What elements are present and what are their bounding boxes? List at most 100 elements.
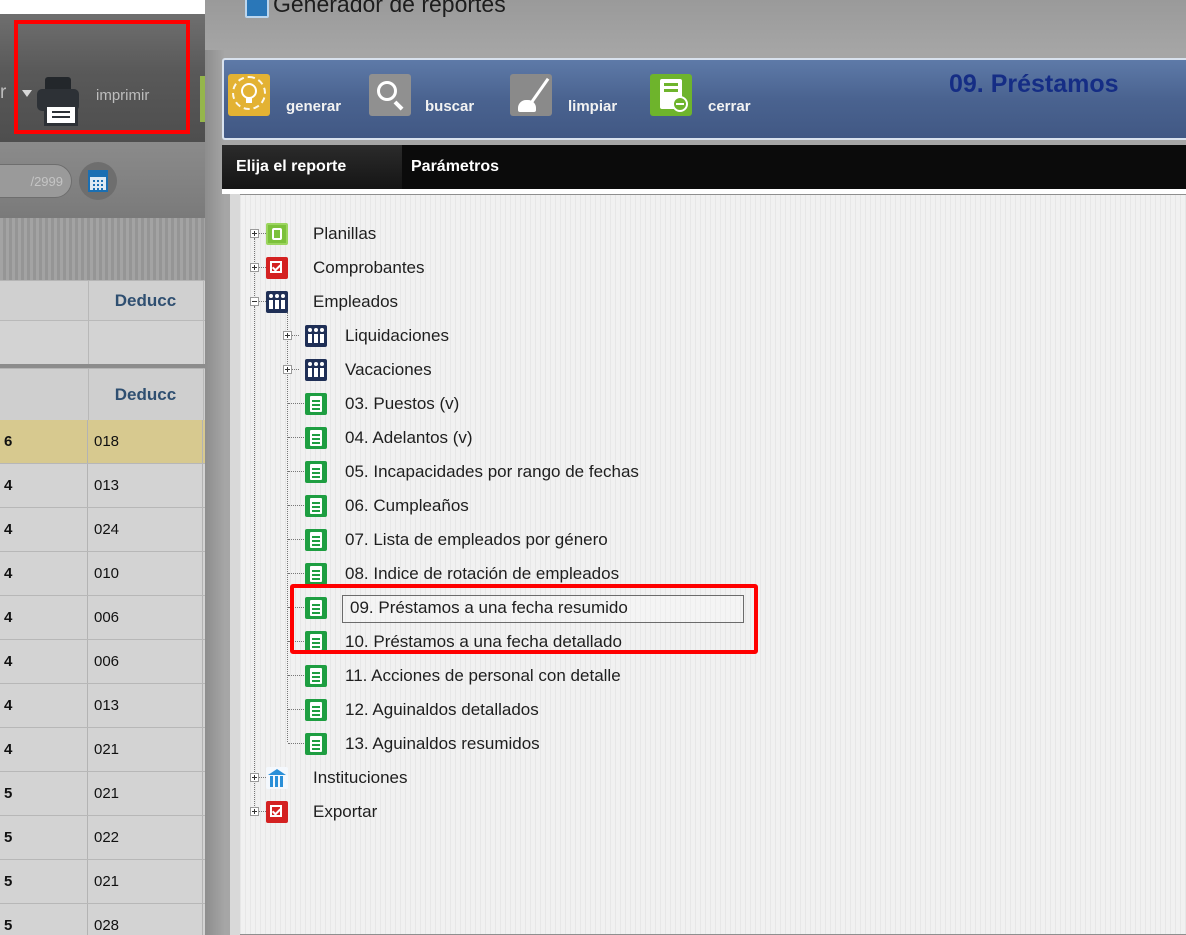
grid-group-band <box>0 218 208 280</box>
tree-connector <box>258 777 266 778</box>
table-cell: 5 <box>0 860 88 903</box>
report-doc-icon <box>305 529 327 551</box>
bg-top-strip <box>0 0 208 14</box>
print-highlight-box <box>14 20 190 134</box>
report-doc-icon <box>305 393 327 415</box>
people-icon <box>266 291 288 313</box>
table-row[interactable]: 5 021 <box>0 860 208 904</box>
table-row[interactable]: 5 022 <box>0 816 208 860</box>
checkbox-report-icon <box>266 257 288 279</box>
table-cell: 5 <box>0 816 88 859</box>
dialog-titlebar[interactable]: Generador de reportes <box>205 0 1186 50</box>
cerrar-label: cerrar <box>708 98 751 115</box>
tree-node-label: Liquidaciones <box>345 326 449 345</box>
collapse-icon[interactable] <box>250 297 259 306</box>
table-cell: 021 <box>88 728 203 771</box>
table-cell: 006 <box>88 640 203 683</box>
tree-item-label: 04. Adelantos (v) <box>345 428 473 447</box>
grid-header-2: Deducc <box>0 368 208 420</box>
tree-connector <box>258 267 266 268</box>
tree-item-label: 12. Aguinaldos detallados <box>345 700 539 719</box>
tree-connector <box>258 233 266 234</box>
people-icon <box>305 359 327 381</box>
report-window-icon <box>245 0 269 18</box>
table-row[interactable]: 4 013 <box>0 684 208 728</box>
table-row[interactable]: 4 006 <box>0 640 208 684</box>
table-cell: 024 <box>88 508 203 551</box>
table-cell: 4 <box>0 596 88 639</box>
table-row[interactable]: 4 021 <box>0 728 208 772</box>
checkbox-report-icon <box>266 801 288 823</box>
people-icon <box>305 325 327 347</box>
search-icon <box>369 74 411 116</box>
table-cell: 010 <box>88 552 203 595</box>
tree-item-label: 06. Cumpleaños <box>345 496 469 515</box>
grid-filter-cell[interactable] <box>0 321 89 365</box>
tree-node-label: Planillas <box>313 224 377 243</box>
table-cell: 021 <box>88 772 203 815</box>
tree-connector <box>291 335 299 336</box>
tree-connector <box>258 811 266 812</box>
expand-icon[interactable] <box>283 365 292 374</box>
calendar-button[interactable] <box>79 162 117 200</box>
planillas-icon <box>266 223 288 245</box>
expand-icon[interactable] <box>250 263 259 272</box>
selected-report-title: 09. Préstamos <box>949 70 1119 98</box>
prestamos-highlight-box <box>290 584 758 654</box>
table-cell: 013 <box>88 684 203 727</box>
table-cell: 018 <box>88 420 203 463</box>
tree-item-label: 08. Indice de rotación de empleados <box>345 564 620 583</box>
tree-item-label: 11. Acciones de personal con detalle <box>345 666 621 685</box>
expand-icon[interactable] <box>250 773 259 782</box>
tree-connector <box>258 301 266 302</box>
expand-icon[interactable] <box>250 229 259 238</box>
tree-item-label: 07. Lista de empleados por género <box>345 530 608 549</box>
grid-header-deducc[interactable]: Deducc <box>88 281 204 320</box>
grid-header-cell[interactable] <box>0 369 89 420</box>
table-row[interactable]: 5 028 <box>0 904 208 935</box>
table-row[interactable]: 5 021 <box>0 772 208 816</box>
table-cell: 006 <box>88 596 203 639</box>
tree-connector <box>291 369 299 370</box>
background-window: r imprimir /2999 Deducc Deducc 6 018 4 013… <box>0 0 208 935</box>
report-doc-icon <box>305 427 327 449</box>
table-cell: 021 <box>88 860 203 903</box>
table-row[interactable]: 4 013 <box>0 464 208 508</box>
dialog-tabbar: Elija el reporte Parámetros <box>222 145 1186 194</box>
table-cell: 4 <box>0 640 88 683</box>
panel-edge <box>230 194 240 935</box>
broom-icon <box>510 74 552 116</box>
calendar-icon <box>88 170 108 192</box>
date-filter-row: /2999 <box>0 142 208 218</box>
grid-header-deducc-2[interactable]: Deducc <box>88 369 204 420</box>
bank-icon <box>266 767 288 789</box>
table-cell: 022 <box>88 816 203 859</box>
toolbar-prev-label[interactable]: r <box>0 82 6 104</box>
table-cell: 5 <box>0 904 88 935</box>
expand-icon[interactable] <box>250 807 259 816</box>
tree-node-label: Instituciones <box>313 768 408 787</box>
report-doc-icon <box>305 461 327 483</box>
grid-filter-row <box>0 320 208 365</box>
lightbulb-icon <box>228 74 270 116</box>
report-doc-icon <box>305 733 327 755</box>
buscar-label: buscar <box>425 98 475 115</box>
tab-parametros[interactable]: Parámetros <box>411 145 499 189</box>
table-row[interactable]: 4 010 <box>0 552 208 596</box>
tab-elija-el-reporte[interactable]: Elija el reporte <box>222 145 402 189</box>
tree-connector <box>288 675 306 676</box>
table-row[interactable]: 4 006 <box>0 596 208 640</box>
tree-connector <box>288 573 306 574</box>
table-row[interactable]: 6 018 <box>0 420 208 464</box>
expand-icon[interactable] <box>283 331 292 340</box>
date-input[interactable]: /2999 <box>0 164 72 198</box>
report-doc-icon <box>305 495 327 517</box>
tree-node-label: Vacaciones <box>345 360 432 379</box>
grid-filter-cell[interactable] <box>88 321 204 365</box>
tree-connector <box>288 505 306 506</box>
dialog-toolbar: generar buscar limpiar cerrar 09. Présta… <box>222 58 1186 140</box>
table-row[interactable]: 4 024 <box>0 508 208 552</box>
dialog-title: Generador de reportes <box>273 0 506 17</box>
report-doc-icon <box>305 665 327 687</box>
grid-header-cell[interactable] <box>0 281 89 320</box>
